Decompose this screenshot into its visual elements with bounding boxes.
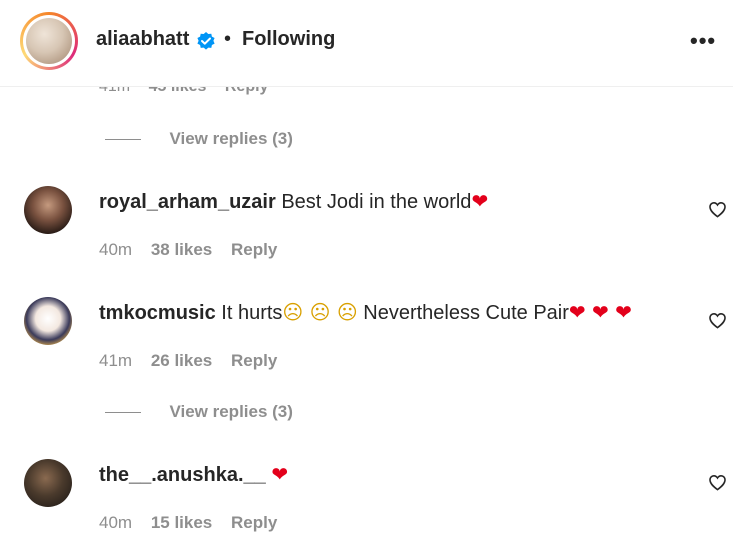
- comment-avatar[interactable]: [24, 186, 72, 234]
- comment-text-continued: Nevertheless Cute Pair: [363, 302, 569, 324]
- heart-emoji: ❤: [471, 189, 489, 213]
- view-replies-toggle[interactable]: View replies (3): [105, 402, 293, 422]
- comment-reply-button[interactable]: Reply: [231, 513, 277, 532]
- heart-emoji: ❤: [271, 462, 289, 486]
- comment-body: royal_arham_uzair Best Jodi in the world…: [99, 189, 488, 214]
- view-replies-label[interactable]: View replies (3): [169, 129, 292, 148]
- comment-meta: 40m 38 likes Reply: [99, 240, 291, 260]
- verified-badge-icon: [197, 32, 215, 50]
- view-replies-divider: [105, 138, 141, 140]
- comment-text: Best Jodi in the world: [281, 191, 472, 213]
- following-button[interactable]: Following: [242, 28, 335, 51]
- comment-reply-button[interactable]: Reply: [231, 240, 277, 259]
- heart-outline-icon[interactable]: [708, 473, 727, 492]
- heart-emoji: ❤ ❤ ❤: [568, 300, 632, 324]
- more-options-icon[interactable]: •••: [690, 28, 716, 54]
- header-username[interactable]: aliaabhatt: [96, 28, 189, 51]
- heart-outline-icon[interactable]: [708, 311, 727, 330]
- view-replies-toggle[interactable]: View replies (3): [105, 129, 293, 149]
- comment-body: the__.anushka.__ ❤: [99, 462, 288, 487]
- heart-outline-icon[interactable]: [708, 200, 727, 219]
- view-replies-label[interactable]: View replies (3): [169, 402, 292, 421]
- comment-likes[interactable]: 26 likes: [151, 351, 212, 370]
- avatar-photo: [26, 18, 72, 64]
- comment-likes[interactable]: 38 likes: [151, 240, 212, 259]
- view-replies-divider: [105, 411, 141, 413]
- profile-avatar[interactable]: [20, 12, 78, 70]
- comment-text: It hurts: [221, 302, 283, 324]
- comment-username[interactable]: the__.anushka.__: [99, 464, 266, 486]
- comment-avatar[interactable]: [24, 459, 72, 507]
- comment-time: 41m: [99, 351, 133, 370]
- comment-reply-button[interactable]: Reply: [231, 351, 277, 370]
- comment-avatar[interactable]: [24, 297, 72, 345]
- comment-body: tmkocmusic It hurts☹ ☹ ☹ Nevertheless Cu…: [99, 300, 632, 325]
- comment-likes[interactable]: 15 likes: [151, 513, 212, 532]
- comment-username[interactable]: tmkocmusic: [99, 302, 216, 324]
- comment-meta: 41m 26 likes Reply: [99, 351, 291, 371]
- comment-username[interactable]: royal_arham_uzair: [99, 191, 276, 213]
- comment-time: 40m: [99, 513, 133, 532]
- header-separator: •: [224, 28, 232, 50]
- comment-time: 40m: [99, 240, 133, 259]
- sad-face-emoji: ☹ ☹ ☹: [282, 300, 358, 324]
- post-header: aliaabhatt • Following •••: [0, 0, 733, 87]
- comment-meta: 40m 15 likes Reply: [99, 513, 291, 533]
